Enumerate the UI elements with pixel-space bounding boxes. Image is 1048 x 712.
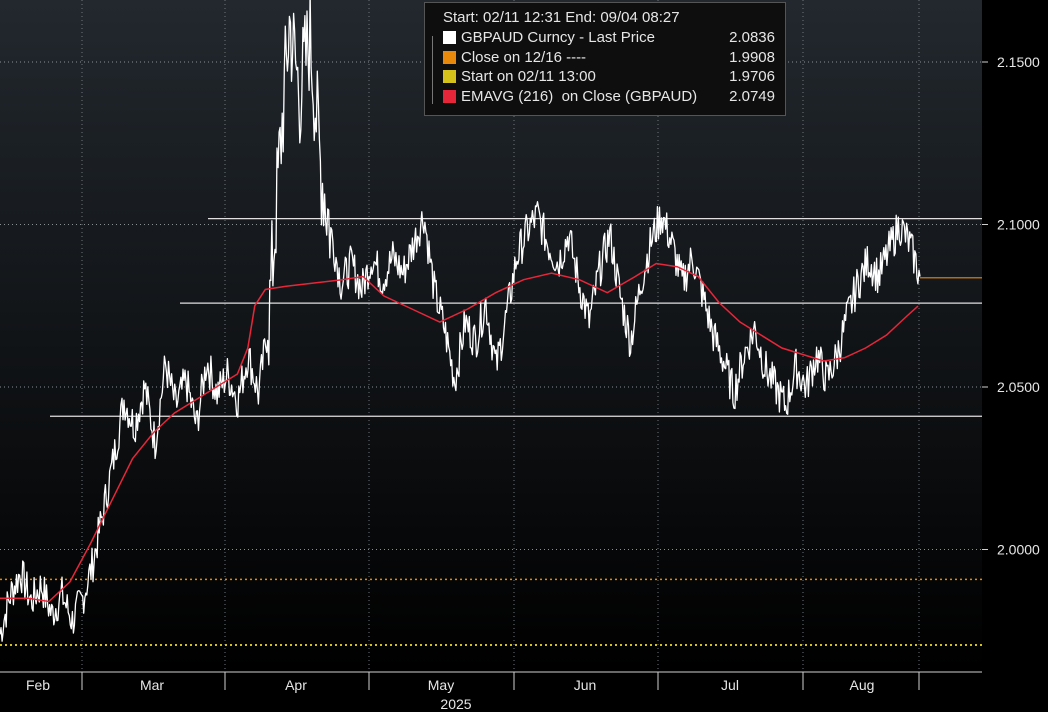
date-range-label: Start: 02/11 12:31 End: 09/04 08:27 [443, 9, 680, 26]
x-tick-label: Jul [721, 677, 739, 693]
x-tick-label: Aug [850, 677, 875, 693]
legend-value: 1.9908 [729, 48, 775, 66]
x-tick-label: Feb [26, 677, 50, 693]
legend-item-start[interactable]: Start on 02/11 13:00 1.9706 [443, 67, 775, 87]
legend-label: Close on 12/16 ---- [461, 48, 587, 66]
x-tick-label: Mar [140, 677, 164, 693]
year-label: 2025 [440, 696, 471, 712]
legend-value: 2.0836 [729, 29, 775, 47]
white-swatch-icon [443, 31, 456, 45]
y-tick-label: 2.1000 [997, 217, 1040, 233]
x-tick-label: Jun [574, 677, 597, 693]
orange-swatch-icon [443, 50, 456, 64]
x-tick-label: Apr [285, 677, 307, 693]
chart-legend: Start: 02/11 12:31 End: 09/04 08:27 GBPA… [424, 2, 786, 116]
legend-item-close[interactable]: Close on 12/16 ---- 1.9908 [443, 48, 775, 68]
legend-label: GBPAUD Curncy - Last Price [461, 29, 655, 47]
yellow-swatch-icon [443, 70, 456, 84]
legend-label: EMAVG (216) on Close (GBPAUD) [461, 87, 698, 105]
x-tick-label: May [428, 677, 454, 693]
legend-value: 2.0749 [729, 87, 775, 105]
y-tick-label: 2.0500 [997, 379, 1040, 395]
legend-tree-line [432, 36, 438, 104]
legend-item-last-price[interactable]: GBPAUD Curncy - Last Price 2.0836 [443, 28, 775, 48]
red-swatch-icon [443, 89, 456, 103]
legend-value: 1.9706 [729, 68, 775, 86]
y-tick-label: 2.0000 [997, 542, 1040, 558]
legend-label: Start on 02/11 13:00 [461, 68, 596, 86]
legend-item-emavg[interactable]: EMAVG (216) on Close (GBPAUD) 2.0749 [443, 87, 775, 107]
y-tick-label: 2.1500 [997, 54, 1040, 70]
